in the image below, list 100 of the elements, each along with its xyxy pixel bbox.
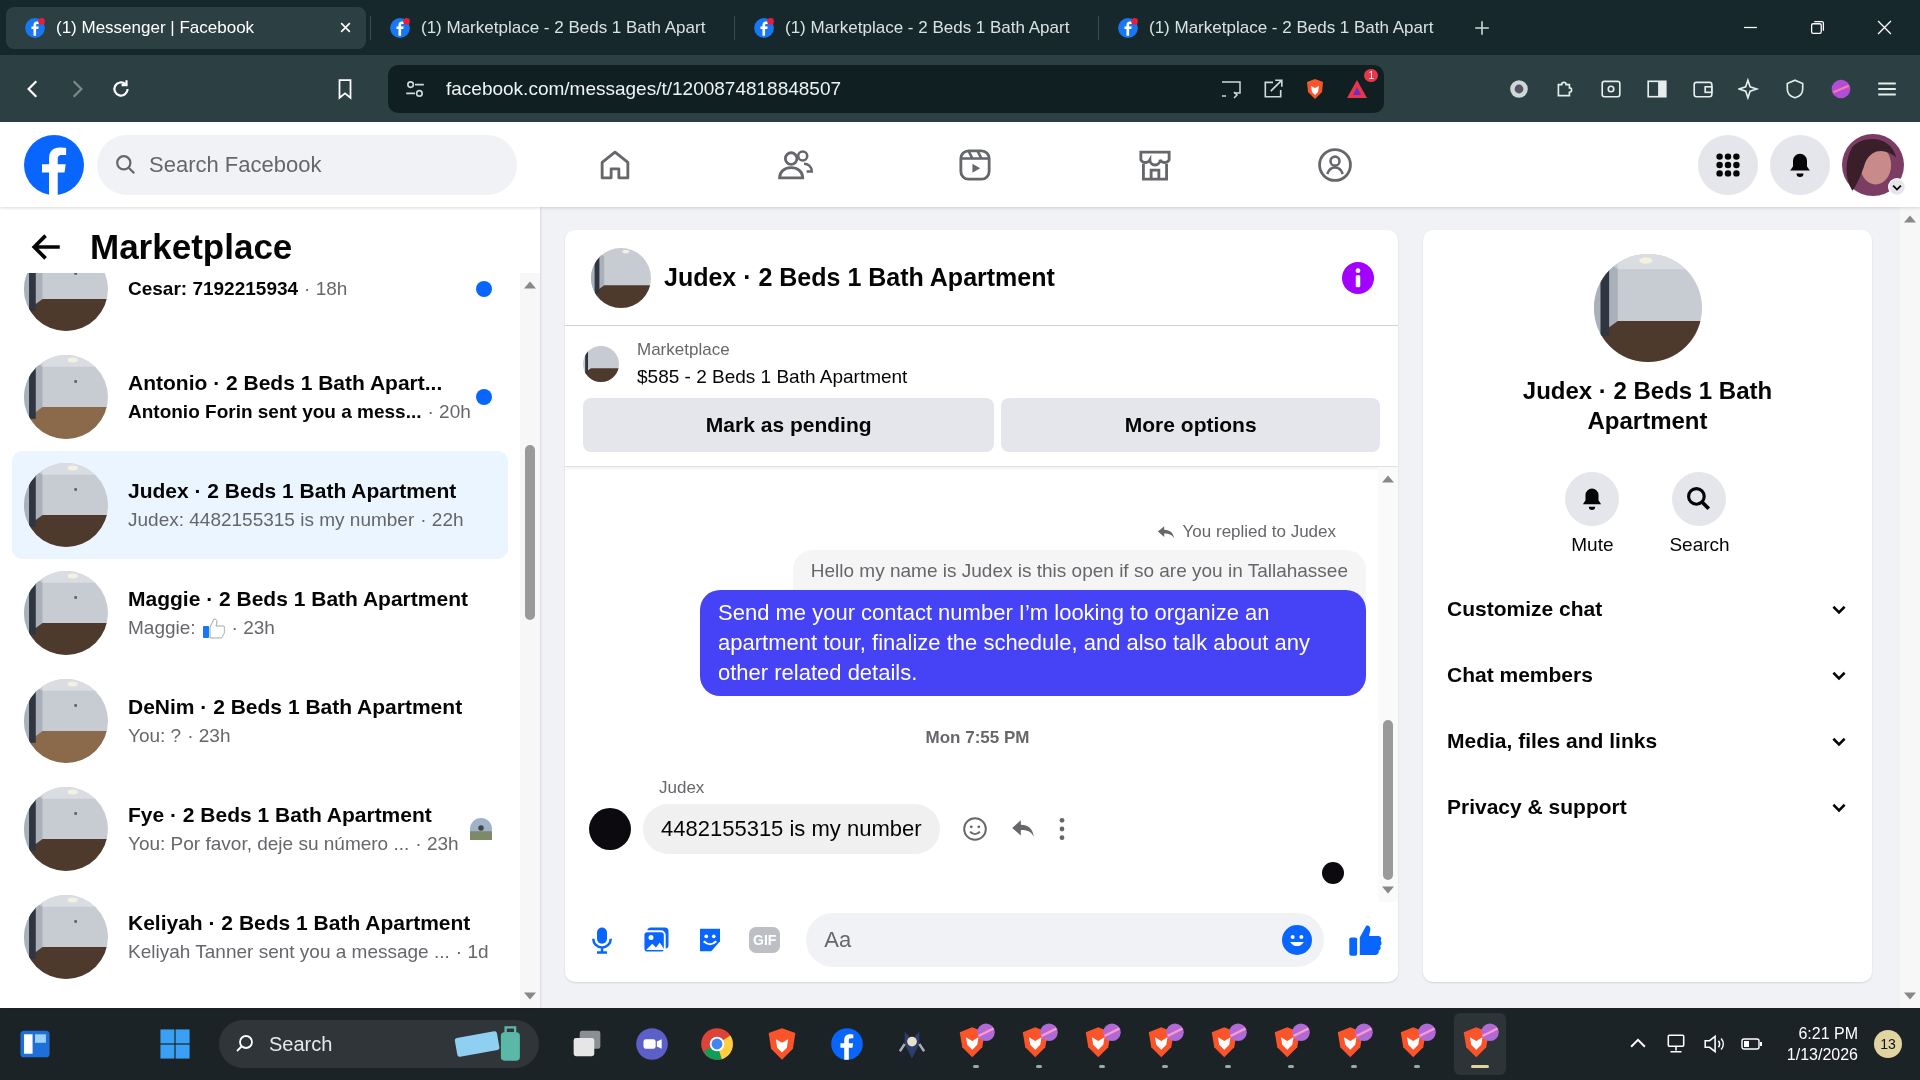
search-icon <box>235 1034 255 1054</box>
conversation-item[interactable]: DeNim · 2 Beds 1 Bath Apartment You: ? · 23h <box>12 667 508 775</box>
section-header[interactable]: Customize chat <box>1443 576 1852 642</box>
message-time: · 1d <box>455 941 489 963</box>
sparkle-icon[interactable] <box>1738 77 1760 100</box>
message-bubble: Send me your contact number I’m looking to organize an apartment tour, finalize the schedule, and also talk about any other related details. <box>700 590 1366 696</box>
browser-tab[interactable]: (1) Marketplace - 2 Beds 1 Bath Apart <box>370 15 730 40</box>
more-icon[interactable] <box>1057 816 1066 842</box>
scrollbar[interactable] <box>520 273 540 1008</box>
close-icon[interactable] <box>1877 20 1892 35</box>
facebook-logo[interactable] <box>24 134 84 195</box>
message-preview: Antonio Forin sent you a mess... <box>128 401 422 423</box>
conversation-item[interactable]: Maggie · 2 Beds 1 Bath Apartment Maggie: · 23h <box>12 559 508 667</box>
conversation-item[interactable]: Antonio · 2 Beds 1 Bath Apart... Antonio Forin sent you a mess... · 20h <box>12 343 508 451</box>
conversation-item[interactable]: Fye · 2 Beds 1 Bath Apartment You: Por favor, deje su número ... · 23h <box>12 775 508 883</box>
conversation-title: Maggie · 2 Beds 1 Bath Apartment <box>128 587 469 611</box>
scroll-up-icon[interactable] <box>1904 215 1916 223</box>
scrollbar[interactable] <box>1900 207 1920 1008</box>
facebook-icon <box>389 16 411 39</box>
browser-tab[interactable]: (1) Marketplace - 2 Beds 1 Bath Apart <box>1098 15 1458 40</box>
clock-date[interactable]: 1/13/2026 <box>1786 1045 1858 1064</box>
message-preview: Cesar: 7192215934 <box>128 278 299 300</box>
profile-icon[interactable] <box>1830 77 1852 100</box>
section-header[interactable]: Chat members <box>1443 642 1852 708</box>
message-field[interactable]: Aa <box>806 913 1324 967</box>
facebook-icon[interactable] <box>830 1027 864 1061</box>
info-icon[interactable] <box>1342 261 1374 294</box>
add-icon[interactable] <box>1474 19 1490 36</box>
search-field[interactable]: Search Facebook <box>97 134 517 195</box>
account-avatar[interactable] <box>1842 133 1904 196</box>
notification-badge: 1 <box>1364 68 1378 82</box>
listing-title[interactable]: $585 - 2 Beds 1 Bath Apartment <box>637 366 908 388</box>
speaker-icon[interactable] <box>1702 1033 1725 1055</box>
conversation-item[interactable]: Judex · 2 Beds 1 Bath Apartment Judex: 4482155315 is my number · 22h <box>12 451 508 559</box>
video-icon <box>957 146 993 183</box>
scroll-up-icon[interactable] <box>524 281 536 289</box>
browser-tab[interactable]: (1) Messenger | Facebook <box>6 6 366 49</box>
scrollbar-thumb[interactable] <box>525 445 535 620</box>
sidebar-icon[interactable] <box>1646 77 1668 100</box>
conversation-title: Keliyah · 2 Beds 1 Bath Apartment <box>128 911 472 935</box>
notification-badge[interactable]: 13 <box>1874 1030 1902 1058</box>
browser-tab[interactable]: (1) Marketplace - 2 Beds 1 Bath Apart <box>734 15 1094 40</box>
message-preview: You: ? <box>128 725 182 747</box>
reload-icon[interactable] <box>110 77 132 100</box>
address-field[interactable]: facebook.com/messages/t/1200874818848507 1 <box>388 64 1384 113</box>
panel-title: Marketplace <box>90 227 293 267</box>
action-button[interactable] <box>1672 472 1727 526</box>
chat-title[interactable]: Judex · 2 Beds 1 Bath Apartment <box>664 263 1055 292</box>
scroll-down-icon[interactable] <box>1382 886 1394 894</box>
message-time: · 23h <box>415 833 459 855</box>
scrollbar-thumb[interactable] <box>1383 720 1393 880</box>
listing-button[interactable]: Mark as pending <box>583 398 995 452</box>
conversation-title: Fye · 2 Beds 1 Bath Apartment <box>128 803 433 827</box>
action-label: Search <box>1669 534 1730 556</box>
scroll-up-icon[interactable] <box>1382 475 1394 483</box>
reply-icon <box>1156 524 1175 540</box>
share-icon[interactable] <box>1262 77 1284 100</box>
section-header[interactable]: Privacy & support <box>1443 774 1852 840</box>
close-icon[interactable] <box>339 21 352 34</box>
scroll-down-icon[interactable] <box>524 992 536 1000</box>
reader-icon[interactable] <box>1600 77 1622 100</box>
message-time: · 23h <box>187 725 231 747</box>
taskbar-app[interactable] <box>1454 1013 1506 1075</box>
lion-shield-icon[interactable] <box>1304 77 1326 100</box>
shield-icon[interactable] <box>1784 77 1806 100</box>
message-time: · 20h <box>427 401 471 423</box>
browser-icon[interactable] <box>700 1027 734 1061</box>
section-header[interactable]: Media, files and links <box>1443 708 1852 774</box>
conversation-title: Antonio · 2 Beds 1 Bath Apart... <box>128 371 444 395</box>
restore-icon[interactable] <box>1810 20 1825 35</box>
search-field[interactable]: Search <box>219 1020 539 1068</box>
image-icon[interactable] <box>641 925 671 955</box>
windows-icon[interactable] <box>158 1027 192 1061</box>
clock-time[interactable]: 6:21 PM <box>1798 1024 1858 1043</box>
emoji-icon[interactable] <box>1282 925 1312 955</box>
message-preview: Judex: 4482155315 is my number <box>128 509 415 531</box>
thumbs-up-icon[interactable] <box>1348 923 1382 957</box>
video-call-icon[interactable] <box>635 1027 669 1061</box>
scrollbar[interactable] <box>1378 467 1398 902</box>
conversation-name: Judex · 2 Beds 1 Bath Apartment <box>1521 376 1774 436</box>
sender-avatar <box>589 808 631 850</box>
emoji-icon[interactable] <box>961 816 988 842</box>
conversation-item[interactable]: Cesar: 7192215934 · 18h <box>12 273 508 343</box>
grid-icon <box>1714 150 1742 179</box>
facebook-icon <box>1117 16 1139 39</box>
unread-dot <box>476 281 492 297</box>
conversation-title: DeNim · 2 Beds 1 Bath Apartment <box>128 695 464 719</box>
action-button[interactable] <box>1565 472 1620 526</box>
unread-dot <box>476 389 492 405</box>
conversation-item[interactable]: Keliyah · 2 Beds 1 Bath Apartment Keliyah Tanner sent you a message ... · 1d <box>12 883 508 991</box>
read-receipt-avatar <box>1322 862 1344 884</box>
record-icon[interactable] <box>1508 77 1530 100</box>
message-time: · 22h <box>420 509 464 531</box>
message-bubble: 4482155315 is my number <box>643 804 940 854</box>
message-time: · 23h <box>231 617 275 639</box>
listing-button[interactable]: More options <box>1001 398 1380 452</box>
scroll-down-icon[interactable] <box>1904 992 1916 1000</box>
message-timestamp: Mon 7:55 PM <box>925 728 1030 748</box>
listing-label: Marketplace <box>637 340 731 360</box>
conversation-title: Judex · 2 Beds 1 Bath Apartment <box>128 479 458 503</box>
